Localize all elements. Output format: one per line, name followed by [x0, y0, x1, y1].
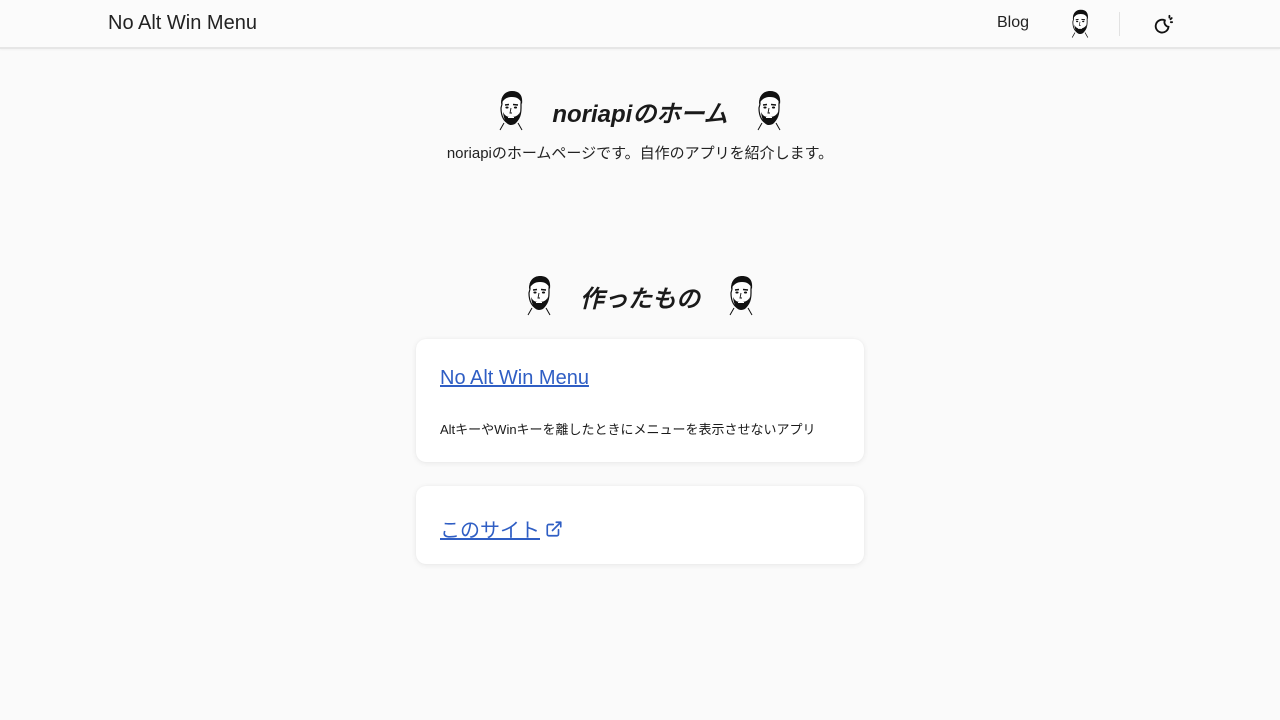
- bearded-face-icon: [724, 275, 758, 317]
- page-subtitle: noriapiのホームページです。自作のアプリを紹介します。: [446, 145, 834, 162]
- work-link-this-site[interactable]: このサイト: [440, 514, 563, 543]
- work-link-label: このサイト: [440, 520, 540, 542]
- work-link-no-alt-win-menu[interactable]: No Alt Win Menu: [440, 367, 589, 390]
- work-card-this-site: このサイト: [416, 486, 864, 564]
- work-card-no-alt-win-menu: No Alt Win Menu AltキーやWinキーを離したときにメニューを表…: [416, 339, 864, 462]
- theme-toggle-button[interactable]: [1151, 12, 1175, 36]
- page-title: noriapiのホーム: [552, 100, 728, 128]
- moon-sun-theme-icon: [1154, 14, 1174, 34]
- hero-title-row: noriapiのホーム: [0, 88, 1280, 134]
- top-navbar: No Alt Win Menu Blog: [0, 0, 1280, 49]
- bearded-face-avatar-icon[interactable]: [1066, 9, 1094, 39]
- bearded-face-icon: [494, 90, 528, 132]
- nav-divider: [1119, 12, 1120, 36]
- nav-link-blog[interactable]: Blog: [997, 14, 1029, 32]
- bearded-face-icon: [752, 90, 786, 132]
- site-brand-link[interactable]: No Alt Win Menu: [108, 12, 257, 35]
- work-description: AltキーやWinキーを離したときにメニューを表示させないアプリ: [440, 422, 816, 437]
- section-title-works: 作ったもの: [580, 285, 700, 313]
- works-section-title-row: 作ったもの: [0, 273, 1280, 319]
- external-link-icon: [546, 520, 562, 537]
- bearded-face-icon: [522, 275, 556, 317]
